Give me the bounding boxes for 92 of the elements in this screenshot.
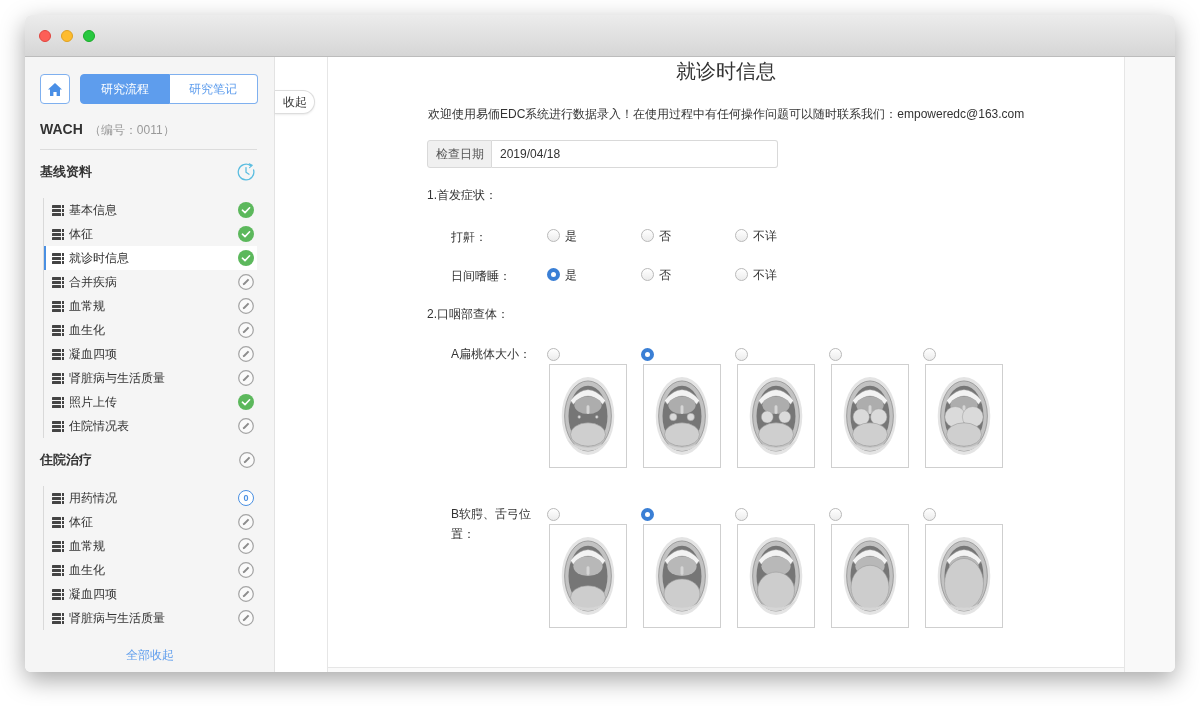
home-icon (48, 82, 62, 96)
pencil-icon[interactable] (238, 298, 254, 314)
notice-text: 欢迎使用易侕EDC系统进行数据录入！在使用过程中有任何操作问题可以随时联系我们：empoweredc@163.com (427, 106, 1025, 123)
pencil-icon[interactable] (238, 538, 254, 554)
list-icon (52, 252, 64, 264)
list-icon (52, 420, 64, 432)
sidebar-item[interactable]: 凝血四项 (44, 582, 257, 606)
count-badge: 0 (238, 490, 254, 506)
list-icon (52, 492, 64, 504)
option-label: 是 (565, 266, 577, 284)
radio-button[interactable] (641, 347, 654, 361)
list-icon (52, 516, 64, 528)
page-title: 就诊时信息 (675, 59, 777, 84)
sidebar-item[interactable]: 肾脏病与生活质量 (44, 366, 257, 390)
list-icon (52, 276, 64, 288)
list-icon (52, 228, 64, 240)
radio-button[interactable] (735, 268, 748, 281)
sidebar-item[interactable]: 肾脏病与生活质量 (44, 606, 257, 630)
option-label: 是 (565, 227, 577, 245)
list-icon (52, 612, 64, 624)
section-title: 2.口咽部查体： (427, 306, 509, 323)
list-icon (52, 324, 64, 336)
radio-button[interactable] (547, 507, 560, 521)
pencil-icon[interactable] (238, 586, 254, 602)
pencil-icon[interactable] (238, 610, 254, 626)
collapse-button[interactable]: 收起 (275, 90, 315, 114)
close-button[interactable] (39, 29, 51, 42)
radio-button[interactable] (641, 507, 654, 521)
pencil-icon[interactable] (238, 562, 254, 578)
pencil-icon[interactable] (238, 370, 254, 386)
option-label: 否 (659, 227, 671, 245)
radio-button[interactable] (641, 268, 654, 281)
question-label: 日间嗜睡： (451, 268, 511, 283)
check-icon (238, 250, 254, 266)
radio-button[interactable] (547, 229, 560, 242)
check-icon (238, 202, 254, 218)
list-icon (52, 396, 64, 408)
check-icon (238, 226, 254, 242)
radio-button[interactable] (829, 507, 842, 521)
sidebar-item[interactable]: 凝血四项 (44, 342, 257, 366)
field-label: 检查日期 (427, 140, 492, 168)
sidebar-item[interactable]: 照片上传 (44, 390, 257, 414)
question-label: B软腭、舌弓位置： (451, 506, 532, 543)
section-title: 1.首发症状： (427, 187, 497, 204)
sidebar-item[interactable]: 基本信息 (44, 198, 257, 222)
pencil-icon[interactable] (238, 514, 254, 530)
radio-button[interactable] (547, 347, 560, 361)
radio-button[interactable] (735, 347, 748, 361)
list-icon (52, 348, 64, 360)
pencil-icon[interactable] (238, 322, 254, 338)
pencil-icon[interactable] (238, 346, 254, 362)
sidebar-item[interactable]: 血常规 (44, 534, 257, 558)
list-icon (52, 372, 64, 384)
pencil-icon[interactable] (238, 274, 254, 290)
list-icon (52, 300, 64, 312)
sidebar-item[interactable]: 用药情况 0 (44, 486, 257, 510)
list-icon (52, 564, 64, 576)
sidebar-item[interactable]: 血生化 (44, 318, 257, 342)
radio-button[interactable] (735, 507, 748, 521)
option-label: 不详 (753, 227, 777, 245)
sidebar-item[interactable]: 血生化 (44, 558, 257, 582)
section-heading: 基线资料 (40, 163, 92, 182)
option-label: 否 (659, 266, 671, 284)
radio-button[interactable] (547, 268, 560, 281)
pencil-icon[interactable] (239, 452, 255, 468)
question-label: A扁桃体大小： (451, 346, 532, 363)
minimize-button[interactable] (61, 29, 73, 42)
clock-icon (237, 163, 255, 181)
sidebar-item[interactable]: 体征 (44, 510, 257, 534)
radio-button[interactable] (923, 347, 936, 361)
radio-button[interactable] (829, 347, 842, 361)
list-icon (52, 588, 64, 600)
zoom-button[interactable] (83, 29, 95, 42)
sidebar-item[interactable]: 住院情况表 (44, 414, 257, 438)
study-name: WACH (40, 120, 83, 139)
radio-button[interactable] (923, 507, 936, 521)
list-icon (52, 540, 64, 552)
question-label: 打鼾： (451, 229, 487, 244)
date-field[interactable]: 2019/04/18 (492, 140, 778, 168)
pencil-icon[interactable] (238, 418, 254, 434)
sidebar-item[interactable]: 就诊时信息 (44, 246, 257, 270)
sidebar-item[interactable]: 合并疾病 (44, 270, 257, 294)
radio-button[interactable] (641, 229, 654, 242)
radio-button[interactable] (735, 229, 748, 242)
option-label: 不详 (753, 266, 777, 284)
sidebar-item[interactable]: 血常规 (44, 294, 257, 318)
check-icon (238, 394, 254, 410)
sidebar-item[interactable]: 体征 (44, 222, 257, 246)
study-number: （编号：0011） (88, 122, 175, 139)
section-heading: 住院治疗 (40, 451, 92, 470)
home-button[interactable] (40, 74, 70, 104)
list-icon (52, 204, 64, 216)
